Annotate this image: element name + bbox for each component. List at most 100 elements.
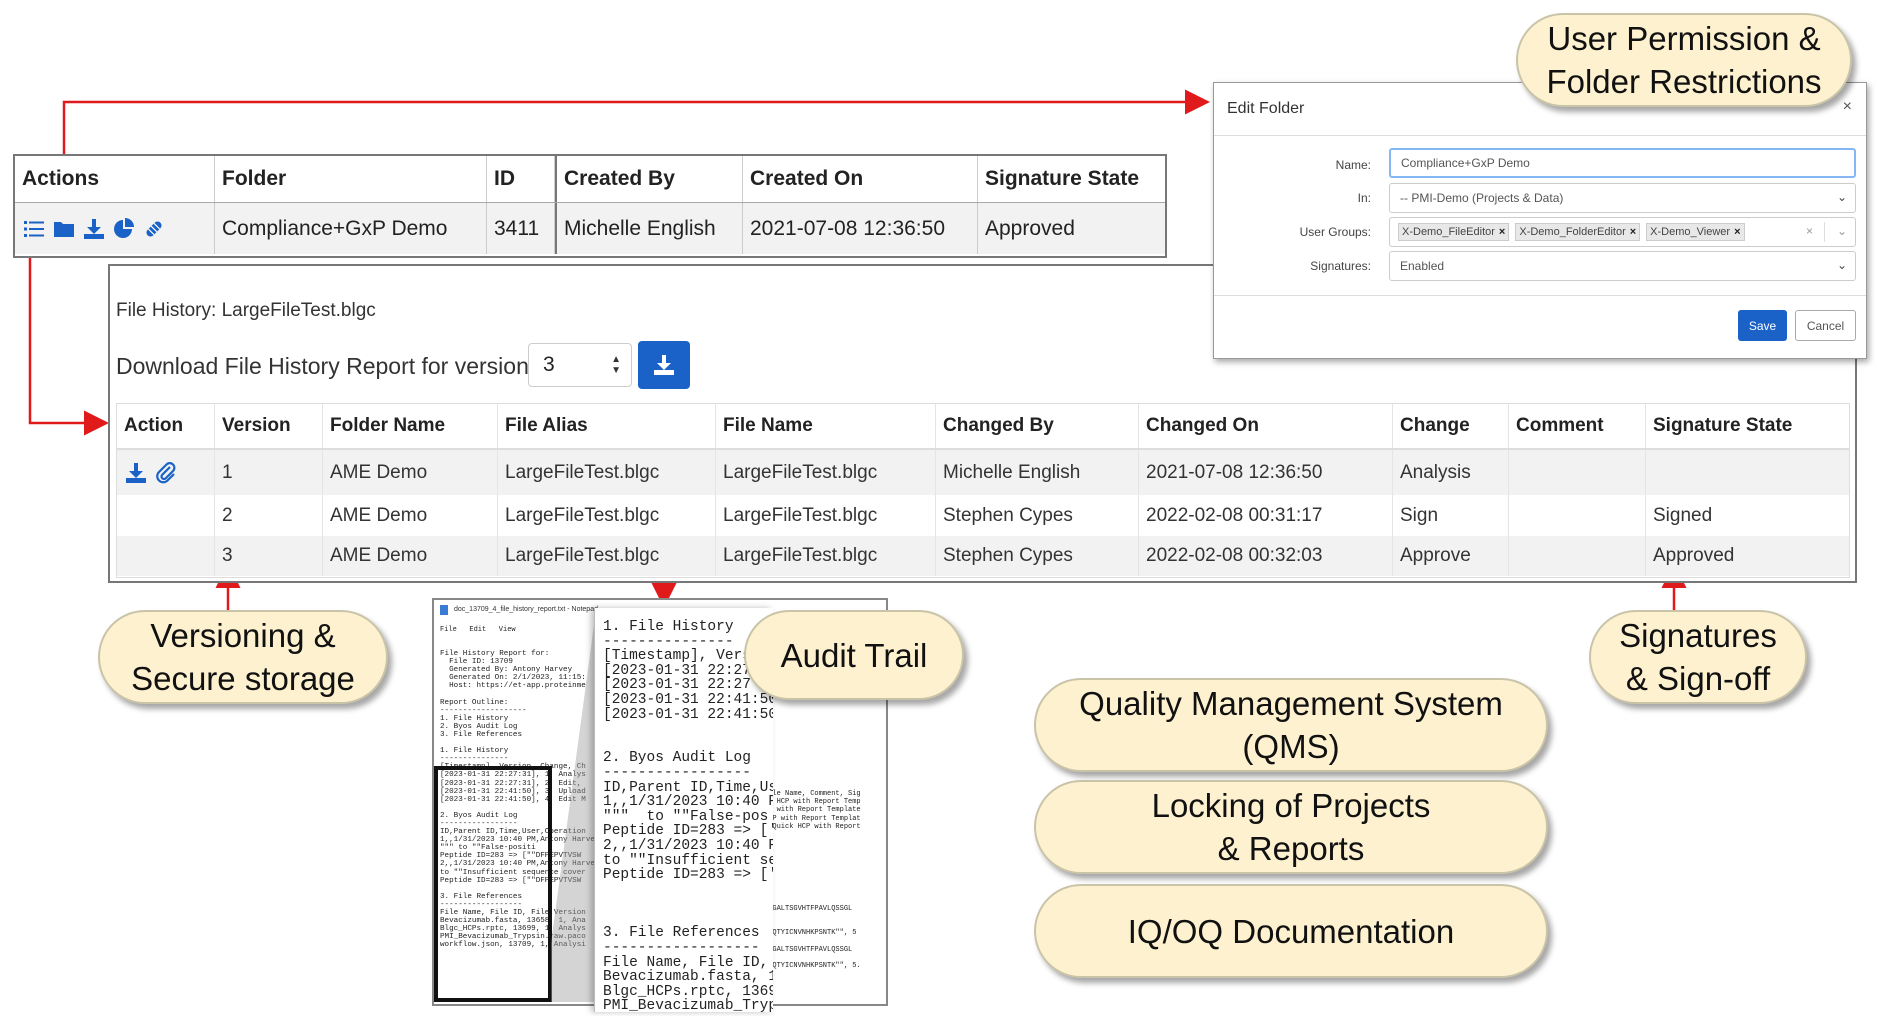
dialog-divider bbox=[1214, 295, 1866, 296]
remove-tag-icon[interactable]: × bbox=[1734, 226, 1740, 238]
group-tag-label: X-Demo_Viewer bbox=[1650, 226, 1731, 238]
cell-changed-by: Stephen Cypes bbox=[936, 495, 1139, 536]
notepad-report-text-right: File Name, Comment, Sig ck HCP with Repo… bbox=[764, 790, 861, 971]
edit-folder-dialog: Edit Folder × Name: Compliance+GxP Demo … bbox=[1213, 82, 1867, 359]
cell-file-alias: LargeFileTest.blgc bbox=[498, 536, 716, 576]
cell-change: Sign bbox=[1393, 495, 1509, 536]
cell-folder-name: AME Demo bbox=[323, 495, 498, 536]
folder-table: Actions Folder ID Created By Created On … bbox=[13, 154, 1167, 258]
file-history-title: File History: LargeFileTest.blgc bbox=[116, 300, 376, 321]
cell-signature-state: Approved bbox=[1653, 545, 1735, 566]
table-row: 1 AME Demo LargeFileTest.blgc LargeFileT… bbox=[117, 450, 1849, 495]
cell-version: 1 bbox=[215, 450, 323, 495]
callout-iqoq: IQ/OQ Documentation bbox=[1034, 884, 1548, 978]
cell-changed-by: Stephen Cypes bbox=[936, 536, 1139, 576]
name-input[interactable]: Compliance+GxP Demo bbox=[1389, 148, 1856, 178]
download-icon[interactable] bbox=[82, 217, 106, 241]
spinner-arrows-icon[interactable]: ▲ ▼ bbox=[611, 354, 621, 376]
cell-comment bbox=[1509, 450, 1646, 495]
cell-signature-state: Signed bbox=[1653, 504, 1713, 526]
group-tag[interactable]: X-Demo_FolderEditor × bbox=[1515, 223, 1641, 241]
pill-icon[interactable] bbox=[142, 217, 166, 241]
list-icon[interactable] bbox=[22, 217, 46, 241]
col-created-by: Created By bbox=[555, 156, 743, 202]
dialog-title: Edit Folder bbox=[1227, 100, 1305, 117]
cell-changed-by: Michelle English bbox=[936, 450, 1139, 495]
col-signature-state: Signature State bbox=[985, 167, 1140, 190]
highlight-box bbox=[434, 766, 552, 1002]
group-tag[interactable]: X-Demo_Viewer × bbox=[1646, 223, 1745, 241]
user-groups-select[interactable]: X-Demo_FileEditor × X-Demo_FolderEditor × … bbox=[1389, 217, 1856, 247]
col-file-alias: File Alias bbox=[498, 404, 716, 448]
chevron-down-icon[interactable]: ⌄ bbox=[1837, 224, 1847, 238]
arrow-to-file-history bbox=[28, 246, 109, 436]
notepad-menu: File Edit View bbox=[440, 626, 516, 634]
file-history-header: Action Version Folder Name File Alias Fi… bbox=[117, 404, 1849, 450]
remove-tag-icon[interactable]: × bbox=[1630, 226, 1636, 238]
signatures-select-value: Enabled bbox=[1400, 259, 1445, 273]
download-report-label: Download File History Report for version bbox=[116, 353, 529, 379]
cell-change: Analysis bbox=[1393, 450, 1509, 495]
col-signature-state: Signature State bbox=[1653, 415, 1793, 436]
cell-folder-name: AME Demo bbox=[323, 450, 498, 495]
col-action: Action bbox=[117, 404, 215, 448]
cell-file-alias: LargeFileTest.blgc bbox=[498, 495, 716, 536]
cell-file-name: LargeFileTest.blgc bbox=[716, 536, 936, 576]
version-value: 3 bbox=[543, 353, 555, 376]
in-select[interactable]: -- PMI-Demo (Projects & Data) ⌄ bbox=[1389, 183, 1856, 213]
pie-chart-icon[interactable] bbox=[112, 217, 136, 241]
callout-versioning: Versioning & Secure storage bbox=[98, 610, 388, 704]
col-version: Version bbox=[215, 404, 323, 448]
close-icon[interactable]: × bbox=[1843, 98, 1852, 116]
cell-comment bbox=[1509, 536, 1646, 576]
table-row: 3 AME Demo LargeFileTest.blgc LargeFileT… bbox=[117, 536, 1849, 576]
created-by: Michelle English bbox=[555, 203, 743, 254]
group-tag[interactable]: X-Demo_FileEditor × bbox=[1398, 223, 1510, 241]
signature-state: Approved bbox=[985, 216, 1075, 240]
col-created-on: Created On bbox=[743, 156, 978, 202]
save-button[interactable]: Save bbox=[1738, 310, 1787, 341]
select-divider bbox=[1824, 222, 1825, 242]
cell-action bbox=[117, 495, 215, 536]
folder-name: Compliance+GxP Demo bbox=[215, 203, 487, 254]
paperclip-icon[interactable] bbox=[154, 461, 178, 485]
col-change: Change bbox=[1393, 404, 1509, 448]
cell-change: Approve bbox=[1393, 536, 1509, 576]
row-actions bbox=[117, 450, 215, 495]
signatures-select[interactable]: Enabled ⌄ bbox=[1389, 251, 1856, 281]
notepad-title: doc_13709_4_file_history_report.txt - No… bbox=[454, 606, 598, 613]
download-icon bbox=[654, 355, 674, 375]
zoomed-report-text: 1. File History --------------- [Timesta… bbox=[603, 619, 773, 1012]
version-stepper[interactable]: 3 ▲ ▼ bbox=[528, 343, 632, 387]
col-changed-by: Changed By bbox=[936, 404, 1139, 448]
cell-version: 3 bbox=[215, 536, 323, 576]
file-history-table: Action Version Folder Name File Alias Fi… bbox=[116, 403, 1850, 578]
table-row: Compliance+GxP Demo 3411 Michelle Englis… bbox=[15, 203, 1165, 254]
folder-icon[interactable] bbox=[52, 217, 76, 241]
col-changed-on: Changed On bbox=[1139, 404, 1393, 448]
signatures-label: Signatures: bbox=[1310, 259, 1371, 273]
clear-icon[interactable]: × bbox=[1806, 224, 1813, 238]
callout-user-permission: User Permission & Folder Restrictions bbox=[1516, 13, 1852, 107]
cell-signature-state bbox=[1646, 450, 1849, 495]
cell-changed-on: 2022-02-08 00:32:03 bbox=[1139, 536, 1393, 576]
user-groups-label: User Groups: bbox=[1299, 225, 1371, 239]
in-label: In: bbox=[1357, 191, 1371, 205]
cell-version: 2 bbox=[215, 495, 323, 536]
download-report-button[interactable] bbox=[638, 341, 690, 389]
dialog-divider bbox=[1214, 135, 1866, 136]
cell-changed-on: 2021-07-08 12:36:50 bbox=[1139, 450, 1393, 495]
action-icons bbox=[15, 203, 215, 254]
callout-locking: Locking of Projects & Reports bbox=[1034, 780, 1548, 874]
callout-signatures: Signatures & Sign-off bbox=[1589, 610, 1807, 704]
in-select-value: -- PMI-Demo (Projects & Data) bbox=[1400, 191, 1564, 205]
callout-qms: Quality Management System (QMS) bbox=[1034, 678, 1548, 772]
cell-comment bbox=[1509, 495, 1646, 536]
folder-id: 3411 bbox=[487, 203, 555, 254]
chevron-down-icon: ⌄ bbox=[1836, 258, 1847, 272]
cancel-button[interactable]: Cancel bbox=[1795, 310, 1856, 341]
folder-table-header: Actions Folder ID Created By Created On … bbox=[15, 156, 1165, 203]
created-on: 2021-07-08 12:36:50 bbox=[743, 203, 978, 254]
download-icon[interactable] bbox=[124, 461, 148, 485]
remove-tag-icon[interactable]: × bbox=[1499, 226, 1505, 238]
